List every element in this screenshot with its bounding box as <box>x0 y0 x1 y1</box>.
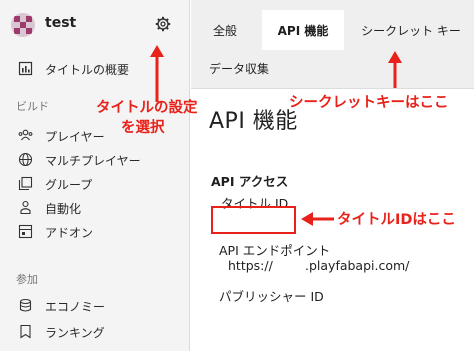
annotation-settings-line1: タイトルの設定 <box>96 100 198 116</box>
globe-icon <box>18 152 33 167</box>
sidebar-item-label: グループ <box>45 178 93 192</box>
sidebar-item-multiplayer[interactable]: マルチプレイヤー <box>0 148 190 172</box>
sidebar-item-label: プレイヤー <box>45 130 105 144</box>
automation-icon <box>20 200 31 215</box>
annotation-title-id: タイトルIDはここ <box>337 212 456 228</box>
arrow-left-title-id <box>301 212 334 226</box>
endpoint-suffix[interactable]: .playfabapi.com/ <box>305 258 409 273</box>
title-header: test <box>0 0 190 50</box>
tab-api-features[interactable]: API 機能 <box>262 10 344 50</box>
section-join: 参加 <box>16 273 38 286</box>
economy-icon <box>19 298 32 312</box>
players-icon <box>18 129 33 141</box>
sidebar-item-addons[interactable]: アドオン <box>0 220 190 244</box>
sidebar-item-label: 自動化 <box>45 202 82 216</box>
sidebar-item-label: エコノミー <box>45 300 106 314</box>
section-build: ビルド <box>16 100 49 113</box>
annotation-secret-key: シークレットキーはここ <box>289 95 449 111</box>
tab-divider <box>191 88 474 89</box>
sidebar-item-leaderboards[interactable]: ランキング <box>0 320 190 344</box>
groups-icon <box>18 176 33 191</box>
endpoint-label: API エンドポイント <box>219 243 331 258</box>
overview-icon <box>18 61 33 76</box>
tab-data-collection[interactable]: データ収集 <box>209 48 291 88</box>
arrow-up-settings <box>150 45 164 102</box>
tab-secret-keys[interactable]: シークレット キー <box>351 10 471 50</box>
sidebar-item-automation[interactable]: 自動化 <box>0 196 190 220</box>
title-id-highlight <box>211 206 296 234</box>
page-title: API 機能 <box>209 109 298 134</box>
publisher-id-label: パブリッシャー ID <box>219 289 324 304</box>
sidebar-item-label: アドオン <box>45 226 94 240</box>
tab-general[interactable]: 全般 <box>191 10 259 50</box>
annotation-settings-line2: を選択 <box>121 120 165 136</box>
addons-icon <box>18 224 33 239</box>
sidebar-item-label: タイトルの概要 <box>45 63 130 77</box>
sidebar-item-label: ランキング <box>45 326 105 340</box>
gear-icon[interactable] <box>155 16 171 32</box>
title-avatar[interactable] <box>11 13 35 37</box>
title-name[interactable]: test <box>45 15 76 31</box>
arrow-up-secret <box>388 51 402 88</box>
tab-bar: 全般 API 機能 シークレット キー データ収集 <box>191 0 474 88</box>
sidebar-item-groups[interactable]: グループ <box>0 172 190 196</box>
sidebar-item-label: マルチプレイヤー <box>45 154 141 168</box>
leaderboard-icon <box>20 324 31 339</box>
section-title: API アクセス <box>211 174 289 189</box>
endpoint-prefix[interactable]: https:// <box>228 258 273 273</box>
sidebar-item-economy[interactable]: エコノミー <box>0 294 190 318</box>
